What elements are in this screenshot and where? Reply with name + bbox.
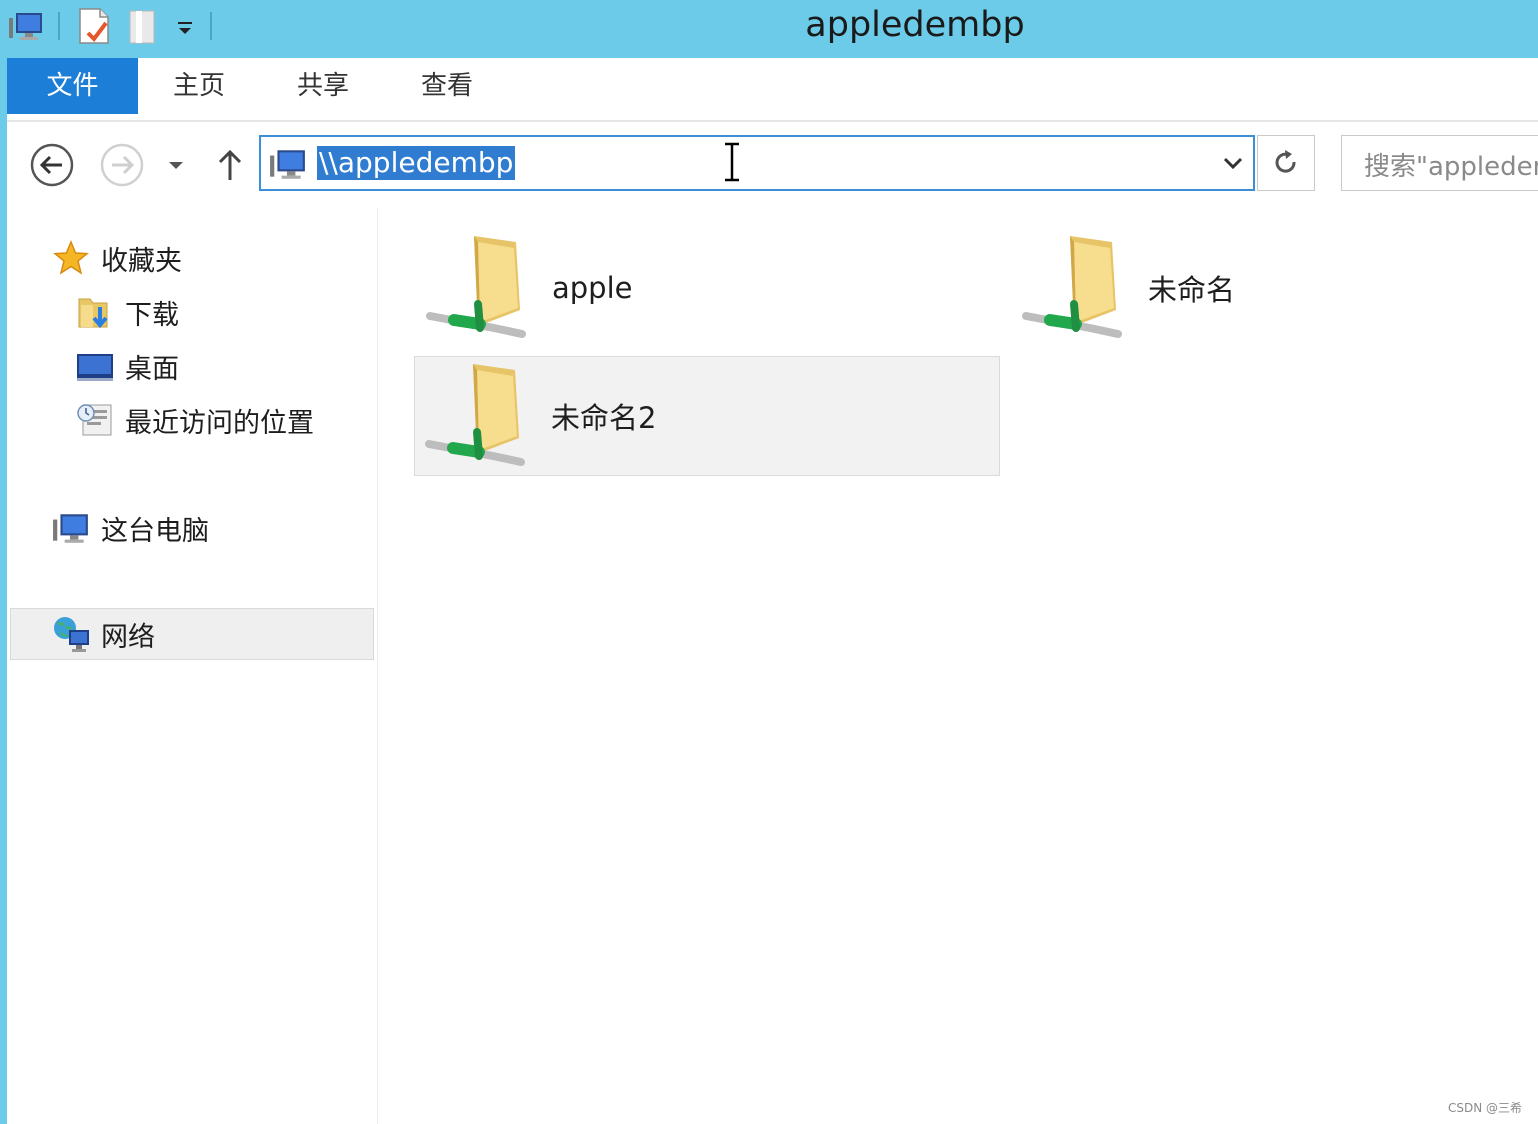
- sidebar-item-favorites[interactable]: 收藏夹: [51, 234, 182, 282]
- share-item-unnamed-2[interactable]: 未命名2: [414, 356, 1000, 476]
- window-frame-left: [0, 0, 7, 1124]
- search-box[interactable]: 搜索"appledembp": [1341, 135, 1538, 191]
- share-item-unnamed[interactable]: 未命名: [1012, 228, 1512, 348]
- sidebar-item-this-pc[interactable]: 这台电脑: [51, 504, 209, 552]
- file-list: apple 未命名 未命名2: [378, 208, 1538, 1124]
- text-cursor-icon: [722, 142, 742, 186]
- window-title: appledembp: [805, 5, 1025, 45]
- computer-icon: [8, 8, 44, 44]
- navigation-pane: 收藏夹 下载 桌面 最近访问的位置 这台电脑 网络: [7, 208, 378, 1124]
- sidebar-item-downloads[interactable]: 下载: [75, 288, 179, 336]
- sidebar-item-recent-places[interactable]: 最近访问的位置: [75, 396, 314, 444]
- star-icon: [51, 238, 91, 278]
- up-arrow-icon: [218, 149, 242, 180]
- recent-locations-button[interactable]: [163, 152, 189, 178]
- tab-view[interactable]: 查看: [405, 58, 489, 114]
- toolbar-separator: [210, 12, 212, 40]
- new-folder-icon[interactable]: [126, 7, 162, 45]
- share-label: 未命名: [1148, 273, 1236, 307]
- back-arrow-icon: [30, 143, 74, 187]
- tab-home[interactable]: 主页: [157, 58, 241, 114]
- sidebar-item-label: 下载: [125, 299, 179, 331]
- customize-toolbar-icon[interactable]: [174, 7, 198, 45]
- sidebar-item-desktop[interactable]: 桌面: [75, 342, 179, 390]
- ribbon-tabs: 文件 主页 共享 查看: [7, 58, 1538, 122]
- network-icon: [51, 614, 91, 654]
- properties-icon[interactable]: [76, 7, 112, 45]
- toolbar-separator: [58, 12, 60, 40]
- address-text[interactable]: \\appledembp: [317, 146, 516, 180]
- recent-places-icon: [75, 400, 115, 440]
- refresh-icon: [1275, 150, 1296, 173]
- desktop-icon: [75, 346, 115, 386]
- share-label: apple: [552, 271, 633, 305]
- back-button[interactable]: [29, 142, 75, 188]
- quick-access-toolbar: [8, 6, 212, 46]
- network-share-folder-icon: [424, 228, 534, 348]
- forward-button[interactable]: [99, 142, 145, 188]
- network-share-folder-icon: [1020, 228, 1130, 348]
- network-share-folder-icon: [423, 356, 533, 476]
- sidebar-item-label: 收藏夹: [101, 245, 182, 277]
- refresh-button[interactable]: [1257, 135, 1315, 191]
- title-bar: appledembp: [0, 0, 1538, 58]
- computer-icon: [269, 145, 307, 183]
- tab-share[interactable]: 共享: [281, 58, 365, 114]
- sidebar-item-label: 桌面: [125, 353, 179, 385]
- address-dropdown-icon[interactable]: [1221, 151, 1245, 179]
- search-placeholder[interactable]: 搜索"appledembp": [1364, 146, 1538, 183]
- share-label: 未命名2: [551, 401, 657, 435]
- downloads-folder-icon: [75, 292, 115, 332]
- share-item-apple[interactable]: apple: [416, 228, 1000, 348]
- tab-file[interactable]: 文件: [7, 58, 138, 114]
- forward-arrow-icon: [100, 143, 144, 187]
- sidebar-item-network[interactable]: 网络: [10, 608, 374, 660]
- sidebar-item-label: 最近访问的位置: [125, 407, 314, 439]
- chevron-down-icon: [169, 162, 183, 169]
- address-bar[interactable]: \\appledembp: [259, 135, 1255, 191]
- sidebar-item-label: 网络: [101, 621, 155, 653]
- navigation-bar: \\appledembp 搜索"appledembp": [7, 122, 1538, 208]
- watermark: CSDN @三希: [1447, 1101, 1522, 1115]
- sidebar-item-label: 这台电脑: [101, 515, 209, 547]
- computer-icon: [51, 508, 91, 548]
- up-button[interactable]: [213, 144, 247, 186]
